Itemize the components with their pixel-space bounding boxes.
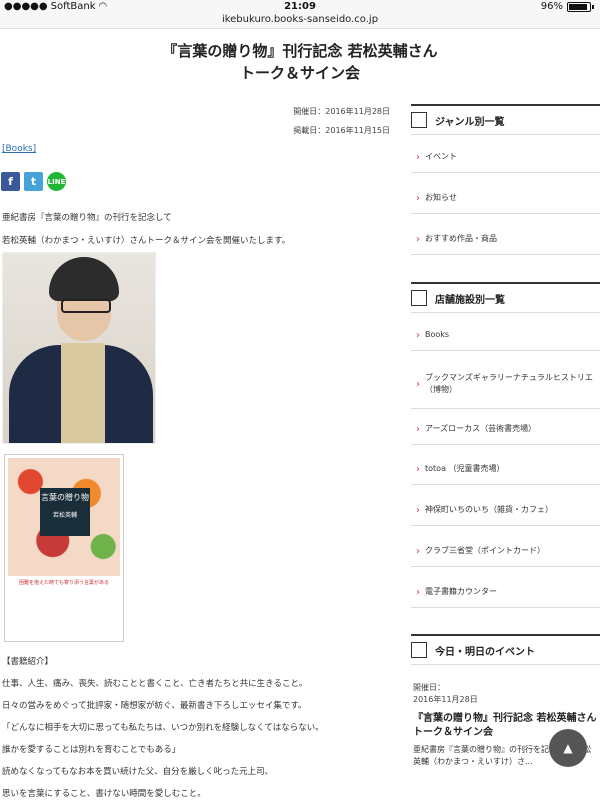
books-category-link[interactable]: [Books] xyxy=(2,144,36,154)
chevron-right-icon: › xyxy=(416,423,420,435)
title-line-2: トーク＆サイン会 xyxy=(239,64,360,82)
battery-percent: 96% xyxy=(540,1,563,12)
sidebar-item-bookmans[interactable]: › ブックマンズギャラリーナチュラルヒストリエ（博物） xyxy=(411,360,600,409)
body-line: 読めなくなってもなお本を買い続けた父、自分を厳しく叱った元上司、 xyxy=(2,767,274,777)
sidebar-item-ebook[interactable]: › 電子書籍カウンター xyxy=(411,577,600,608)
scroll-to-top-button[interactable]: ▲ xyxy=(549,729,587,767)
title-line-1: 『言葉の贈り物』刊行記念 若松英輔さん xyxy=(162,42,438,60)
body-line: 「どんなに相手を大切に思っても私たちは、いつか別れを経験しなくてはならない。 xyxy=(2,723,324,733)
book-cover-title: 言葉の贈り物 xyxy=(41,493,89,502)
author-photo xyxy=(2,252,156,444)
status-bar: ●●●●● SoftBank ◠ 21:09 96% xyxy=(0,0,600,14)
chevron-right-icon: › xyxy=(416,329,420,341)
sidebar-item-jimbocho[interactable]: › 神保町いちのいち（雑貨・カフェ） xyxy=(411,495,600,526)
battery-info: 96% xyxy=(541,1,594,12)
share-buttons: f t LINE xyxy=(1,172,66,191)
sidebar-item-event[interactable]: › イベント xyxy=(411,142,600,173)
clock: 21:09 xyxy=(284,1,316,12)
facebook-share-button[interactable]: f xyxy=(1,172,20,191)
book-cover-image: 言葉の贈り物 若松英輔 困難を抱えた時でも寄り添う言葉がある xyxy=(4,454,124,642)
date-held: 開催日：2016年11月28日 xyxy=(293,107,390,116)
line-share-button[interactable]: LINE xyxy=(47,172,66,191)
genre-list-heading: ジャンル別一覧 xyxy=(411,104,600,135)
store-icon xyxy=(411,290,427,306)
date-posted: 掲載日：2016年11月15日 xyxy=(293,126,390,135)
body-line: 仕事、人生、痛み、喪失、読むことと書くこと、亡き者たちと共に生きること。 xyxy=(2,679,308,689)
event-date: 2016年11月28日 xyxy=(413,695,478,704)
twitter-share-button[interactable]: t xyxy=(24,172,43,191)
genre-icon xyxy=(411,112,427,128)
book-cover-author: 若松英輔 xyxy=(52,512,77,519)
chevron-right-icon: › xyxy=(416,463,420,475)
sidebar-item-books[interactable]: › Books xyxy=(411,320,600,351)
calendar-icon xyxy=(411,642,427,658)
book-intro-label: 【書籍紹介】 xyxy=(2,657,54,667)
body-line: 思いを言葉にすること、書けない時間を愛しむこと。 xyxy=(2,789,206,799)
sidebar-item-totoa[interactable]: › totoa （児童書売場） xyxy=(411,454,600,485)
sidebar-item-recommend[interactable]: › おすすめ作品・商品 xyxy=(411,224,600,255)
chevron-right-icon: › xyxy=(416,192,420,204)
chevron-right-icon: › xyxy=(416,504,420,516)
arrow-up-icon: ▲ xyxy=(563,741,573,755)
chevron-right-icon: › xyxy=(416,378,420,390)
page-title: 『言葉の贈り物』刊行記念 若松英輔さん トーク＆サイン会 xyxy=(0,40,600,84)
battery-icon xyxy=(567,1,591,12)
sidebar-item-arts-locus[interactable]: › アーズローカス（芸術書売場） xyxy=(411,414,600,445)
chevron-right-icon: › xyxy=(416,545,420,557)
intro-line: 若松英輔（わかまつ・えいすけ）さんトーク＆サイン会を開催いたします。 xyxy=(2,236,291,246)
today-event-heading: 今日・明日のイベント xyxy=(411,634,600,665)
body-line: 誰かを愛することは別れを育むことでもある」 xyxy=(2,745,181,755)
chevron-right-icon: › xyxy=(416,586,420,598)
chevron-right-icon: › xyxy=(416,233,420,245)
event-date-label: 開催日： xyxy=(413,683,445,692)
store-list-heading: 店舗施設別一覧 xyxy=(411,282,600,313)
body-line: 日々の営みをめぐって批評家・随想家が紡ぐ、最新書き下ろしエッセイ集です。 xyxy=(2,701,307,711)
sidebar-item-club[interactable]: › クラブ三省堂（ポイントカード） xyxy=(411,536,600,567)
chevron-right-icon: › xyxy=(416,151,420,163)
sidebar-item-news[interactable]: › お知らせ xyxy=(411,183,600,214)
intro-line: 亜紀書房『言葉の贈り物』の刊行を記念して xyxy=(2,213,172,223)
book-cover-tagline: 困難を抱えた時でも寄り添う言葉がある xyxy=(18,580,109,586)
url-bar[interactable]: ikebukuro.books-sanseido.co.jp xyxy=(0,14,600,29)
